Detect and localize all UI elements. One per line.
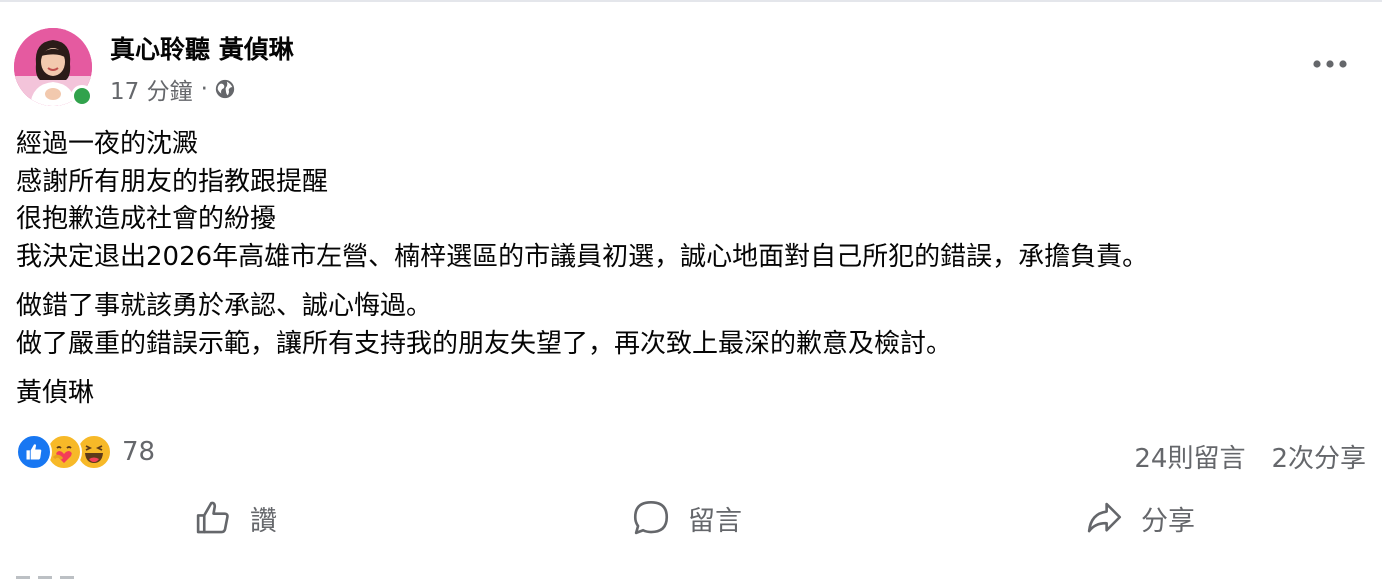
online-status-dot [71, 85, 93, 107]
top-divider [0, 0, 1382, 2]
comment-icon [633, 500, 669, 535]
author-name[interactable]: 真心聆聽 黃偵琳 [110, 30, 294, 66]
share-button[interactable]: 分享 [1083, 490, 1195, 546]
like-button[interactable]: 讚 [192, 490, 277, 546]
post-line: 做了嚴重的錯誤示範，讓所有支持我的朋友失望了，再次致上最深的歉意及檢討。 [16, 328, 953, 359]
comment-label: 留言 [688, 505, 742, 537]
meta-separator: · [200, 76, 208, 102]
like-label: 讚 [250, 505, 277, 537]
post-line: 做錯了事就該勇於承認、誠心悔過。 [16, 291, 433, 321]
post-line: 感謝所有朋友的指教跟提醒 [16, 166, 329, 197]
share-label: 分享 [1141, 505, 1195, 537]
timestamp[interactable]: 17 分鐘 [110, 72, 193, 106]
action-bar: 讚 留言 分享 [0, 490, 1382, 546]
paragraph-3: 黃偵琳 [16, 375, 1366, 413]
more-options-button[interactable] [1306, 48, 1354, 80]
engagement-stats: 24則留言 2次分享 [1134, 438, 1366, 475]
post-meta: 17 分鐘 · [110, 72, 236, 106]
reaction-count: 78 [122, 437, 156, 467]
post-line: 經過一夜的沈澱 [16, 129, 199, 159]
post-card: 真心聆聽 黃偵琳 17 分鐘 · 經過一夜的沈澱 感謝所有朋友的指教跟提醒 很抱… [0, 0, 1382, 579]
post-line: 我決定退出2026年高雄市左營、楠梓選區的市議員初選，誠心地面對自己所犯的錯誤，… [16, 241, 1149, 272]
paragraph-2: 做錯了事就該勇於承認、誠心悔過。 做了嚴重的錯誤示範，讓所有支持我的朋友失望了，… [16, 288, 1366, 363]
reactions-summary[interactable]: 78 [16, 434, 155, 470]
comments-count-link[interactable]: 24則留言 [1134, 438, 1245, 475]
paragraph-1: 經過一夜的沈澱 感謝所有朋友的指教跟提醒 很抱歉造成社會的紛擾 我決定退出202… [16, 126, 1366, 276]
post-signature: 黃偵琳 [16, 378, 95, 408]
post-line: 很抱歉造成社會的紛擾 [16, 204, 277, 234]
more-options-icon [1313, 60, 1347, 68]
comment-button[interactable]: 留言 [630, 490, 742, 546]
post-body: 經過一夜的沈澱 感謝所有朋友的指教跟提醒 很抱歉造成社會的紛擾 我決定退出202… [16, 126, 1366, 413]
globe-icon [214, 78, 236, 100]
like-reaction-icon [16, 434, 52, 470]
share-arrow-icon [1087, 502, 1122, 533]
shares-count-link[interactable]: 2次分享 [1271, 438, 1366, 475]
thumbs-up-icon [196, 501, 229, 534]
next-section-cutoff [16, 564, 96, 579]
